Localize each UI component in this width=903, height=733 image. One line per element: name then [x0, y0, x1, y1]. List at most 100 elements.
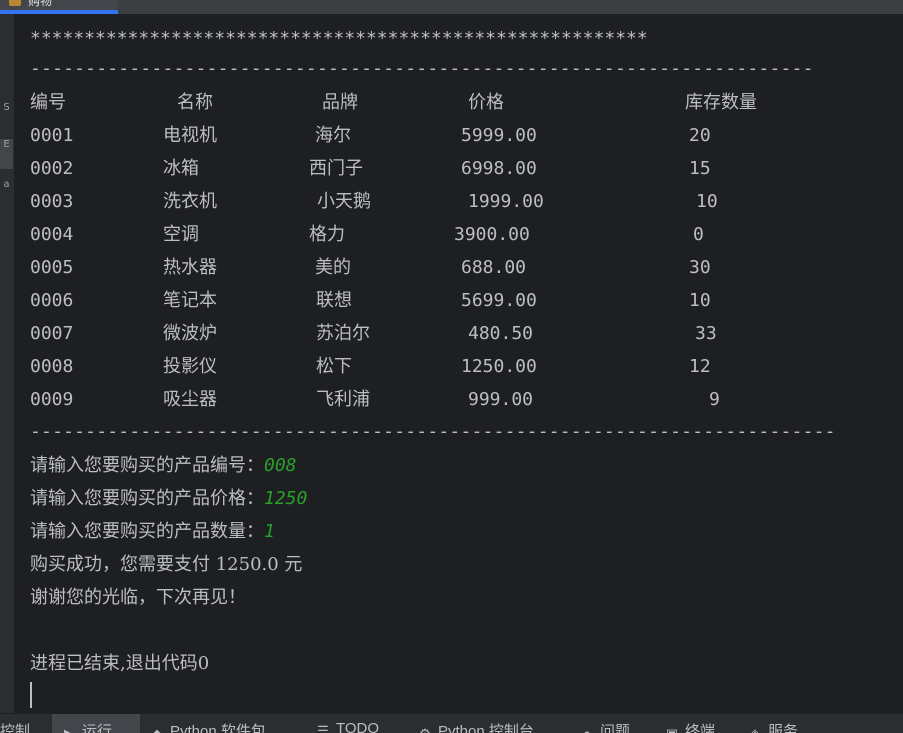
terminal-icon: ▣ — [665, 727, 679, 733]
table-row: 0002 冰箱 西门子 6998.00 15 — [15, 156, 903, 189]
table-row: 0001 电视机 海尔 5999.00 20 — [15, 123, 903, 156]
cell-brand: 美的 — [315, 257, 351, 278]
run-icon: ▶ — [62, 727, 76, 733]
tool-tab-run[interactable]: ▶运行 — [52, 714, 140, 733]
cell-id: 0009 — [30, 389, 74, 410]
tool-tab-terminal[interactable]: ▣终端 — [665, 720, 715, 733]
sidebar-button-structure[interactable]: S — [0, 102, 13, 132]
sidebar-button-other[interactable]: a — [0, 179, 13, 209]
cell-price: 1999.00 — [468, 191, 544, 212]
cell-name: 笔记本 — [163, 290, 217, 311]
cell-brand: 飞利浦 — [316, 389, 370, 410]
prompt-product-quantity: 请输入您要购买的产品数量：1 — [30, 519, 275, 545]
cell-name: 投影仪 — [163, 356, 217, 377]
cell-price: 5999.00 — [461, 125, 537, 146]
cell-name: 吸尘器 — [163, 389, 217, 410]
tool-tab-problems[interactable]: ●问题 — [580, 720, 630, 733]
run-tab-title: 购物 — [28, 0, 53, 8]
cell-id: 0001 — [30, 125, 74, 146]
prompt-product-price: 请输入您要购买的产品价格：1250 — [30, 486, 307, 512]
cell-stock: 10 — [696, 191, 718, 212]
cell-brand: 西门子 — [309, 158, 363, 179]
cell-name: 空调 — [163, 224, 199, 245]
cell-name: 洗衣机 — [163, 191, 217, 212]
stars-line: ****************************************… — [30, 28, 648, 49]
tool-tab-todo-label: TODO — [336, 720, 380, 733]
thanks-message: 谢谢您的光临，下次再见！ — [30, 587, 246, 608]
prompt-price-label: 请输入您要购买的产品价格： — [30, 488, 264, 509]
table-row: 0004 空调 格力 3900.00 0 — [15, 222, 903, 255]
header-brand: 品牌 — [322, 92, 358, 113]
python-file-icon — [9, 0, 21, 6]
cell-price: 6998.00 — [461, 158, 537, 179]
cell-stock: 15 — [689, 158, 711, 179]
table-row: 0007 微波炉 苏泊尔 480.50 33 — [15, 321, 903, 354]
cell-id: 0006 — [30, 290, 74, 311]
tool-tab-python-packages[interactable]: ◆Python 软件包 — [150, 720, 266, 733]
input-product-id: 008 — [264, 455, 297, 476]
cell-id: 0008 — [30, 356, 74, 377]
cell-brand: 松下 — [316, 356, 352, 377]
packages-icon: ◆ — [150, 727, 164, 733]
cell-brand: 小天鹅 — [317, 191, 371, 212]
problems-icon: ● — [580, 727, 594, 733]
tool-tab-console[interactable]: 控制 — [0, 720, 30, 733]
tool-tab-todo[interactable]: ☰ TODO — [316, 720, 379, 733]
cell-price: 999.00 — [468, 389, 534, 410]
input-product-quantity: 1 — [264, 521, 275, 542]
cell-price: 1250.00 — [461, 356, 537, 377]
table-row: 0006 笔记本 联想 5699.00 10 — [15, 288, 903, 321]
cell-price: 480.50 — [468, 323, 534, 344]
tool-tab-python-console[interactable]: ⚙Python 控制台 — [418, 720, 534, 733]
prompt-qty-label: 请输入您要购买的产品数量： — [30, 521, 264, 542]
separator-line-top: ----------------------------------------… — [30, 58, 814, 79]
cell-price: 688.00 — [461, 257, 527, 278]
python-console-icon: ⚙ — [418, 727, 432, 733]
table-row: 0005 热水器 美的 688.00 30 — [15, 255, 903, 288]
prompt-id-label: 请输入您要购买的产品编号： — [30, 455, 264, 476]
tool-tab-services[interactable]: ◈服务 — [748, 720, 798, 733]
header-id: 编号 — [30, 92, 66, 113]
process-exit-message: 进程已结束,退出代码0 — [30, 653, 210, 674]
cell-stock: 9 — [709, 389, 720, 410]
purchase-success-message: 购买成功，您需要支付 1250.0 元 — [30, 554, 303, 575]
cell-id: 0005 — [30, 257, 74, 278]
cell-name: 微波炉 — [163, 323, 217, 344]
run-console-output[interactable]: ****************************************… — [15, 14, 903, 713]
table-row: 0009 吸尘器 飞利浦 999.00 9 — [15, 387, 903, 420]
cell-stock: 20 — [689, 125, 711, 146]
cell-stock: 12 — [689, 356, 711, 377]
separator-line-bottom: ----------------------------------------… — [30, 421, 836, 442]
cell-id: 0004 — [30, 224, 74, 245]
editor-tab-strip: 购物 — [0, 0, 903, 14]
cell-name: 电视机 — [163, 125, 217, 146]
bottom-tool-window-bar: 控制 ▶运行 ◆Python 软件包 ☰TODO ⚙Python 控制台 ●问题… — [0, 713, 903, 733]
cell-brand: 海尔 — [315, 125, 351, 146]
cell-price: 5699.00 — [461, 290, 537, 311]
left-tool-sidebar: S E a — [0, 14, 15, 713]
table-row: 0008 投影仪 松下 1250.00 12 — [15, 354, 903, 387]
cell-stock: 33 — [695, 323, 717, 344]
cell-brand: 苏泊尔 — [316, 323, 370, 344]
cell-id: 0007 — [30, 323, 74, 344]
sidebar-button-selected[interactable]: E — [0, 139, 13, 169]
input-product-price: 1250 — [264, 488, 308, 509]
header-price: 价格 — [468, 92, 504, 113]
cell-id: 0003 — [30, 191, 74, 212]
prompt-product-id: 请输入您要购买的产品编号：008 — [30, 453, 297, 479]
text-cursor — [30, 682, 32, 708]
table-header-row: 编号 名称 品牌 价格 库存数量 — [15, 90, 903, 123]
cell-name: 热水器 — [163, 257, 217, 278]
run-tab[interactable]: 购物 — [0, 0, 118, 14]
cell-brand: 格力 — [309, 224, 345, 245]
cell-price: 3900.00 — [454, 224, 530, 245]
cell-name: 冰箱 — [163, 158, 199, 179]
cell-stock: 10 — [689, 290, 711, 311]
cell-brand: 联想 — [316, 290, 352, 311]
cell-stock: 30 — [689, 257, 711, 278]
header-stock: 库存数量 — [685, 92, 757, 113]
cell-stock: 0 — [693, 224, 704, 245]
header-name: 名称 — [177, 92, 213, 113]
table-row: 0003 洗衣机 小天鹅 1999.00 10 — [15, 189, 903, 222]
cell-id: 0002 — [30, 158, 74, 179]
